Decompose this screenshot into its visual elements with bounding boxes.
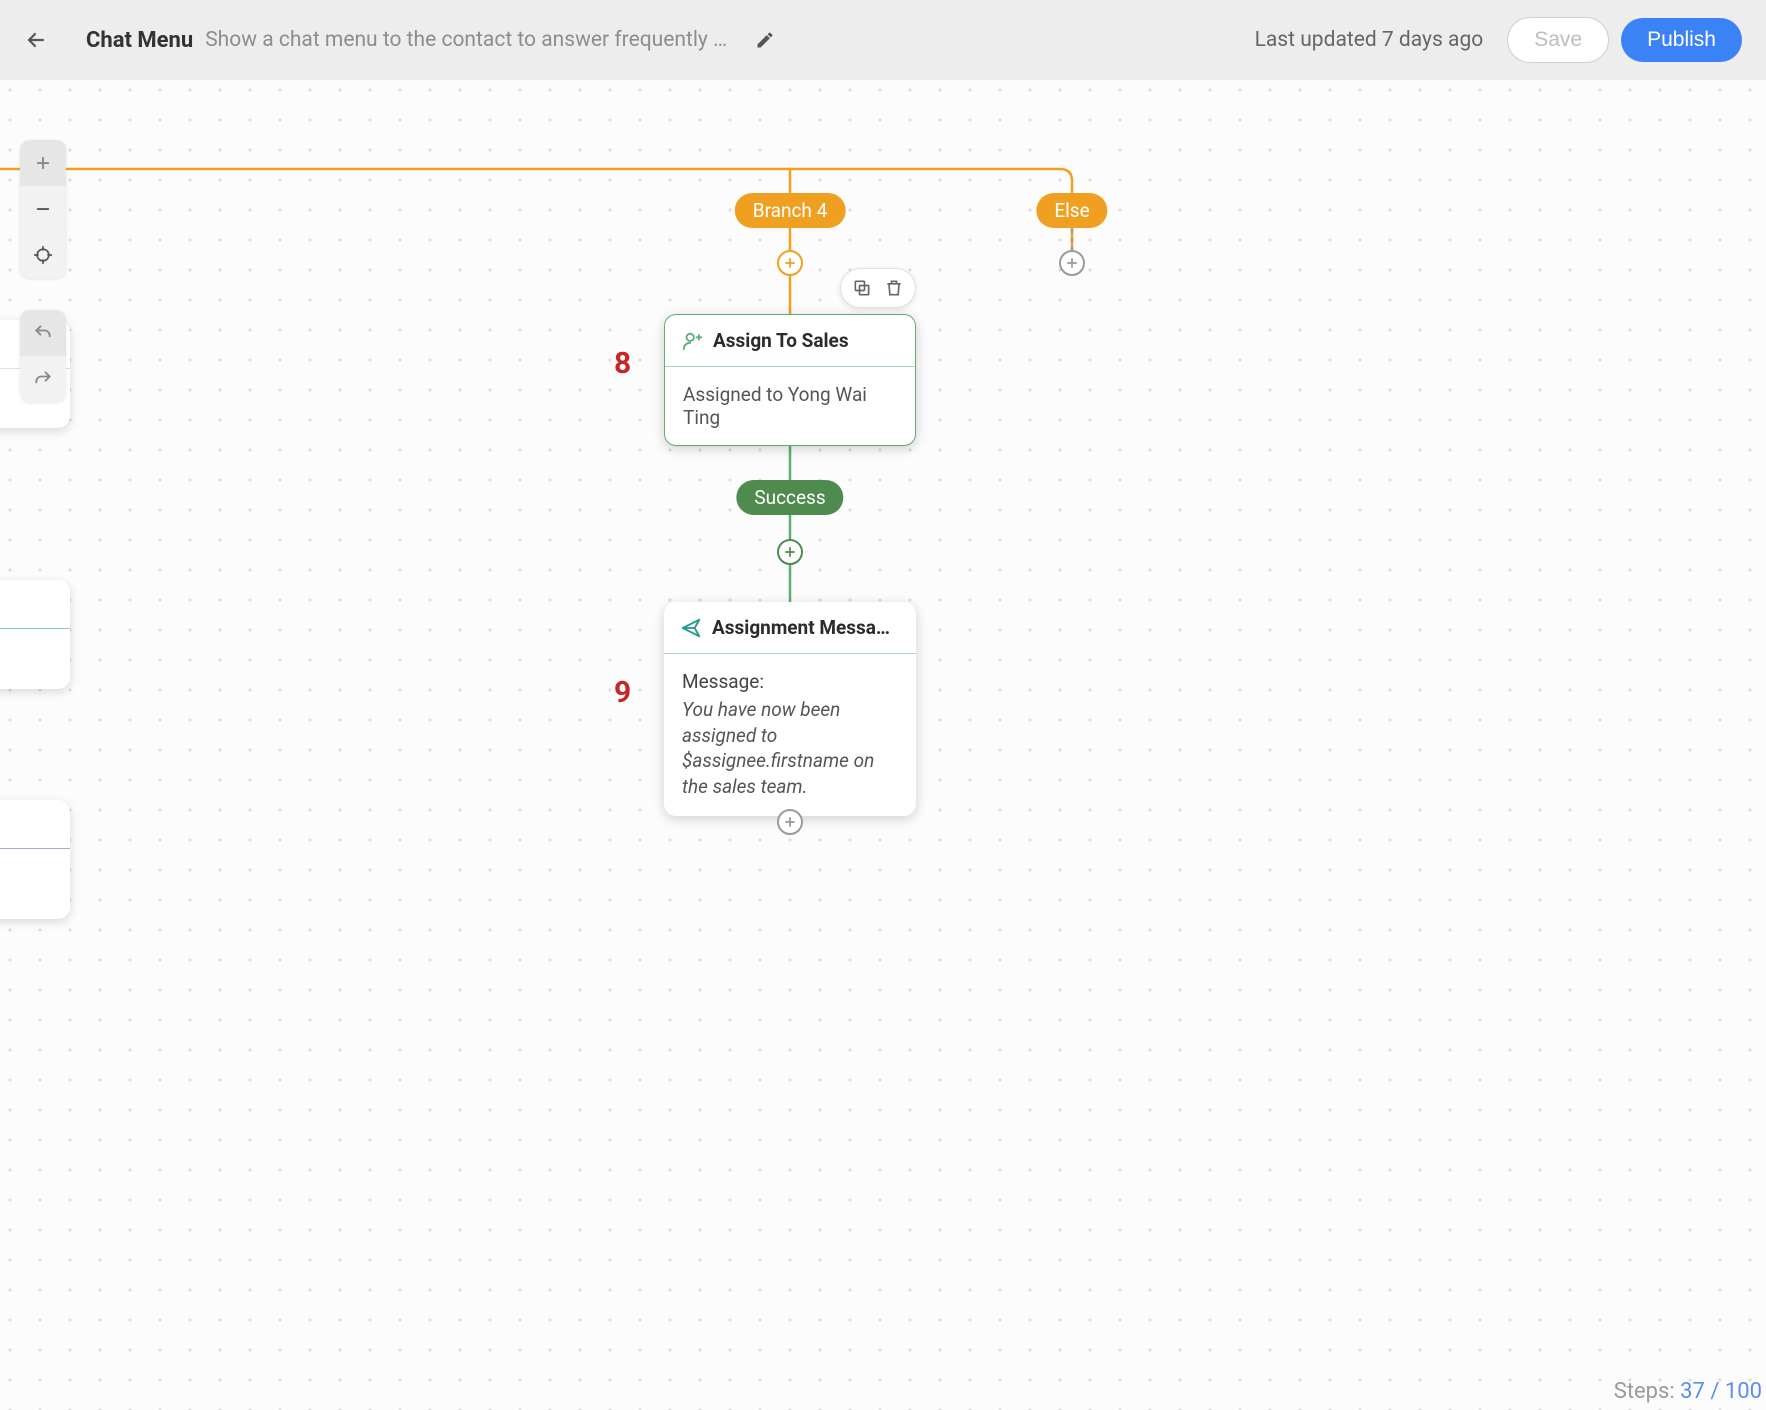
save-button[interactable]: Save	[1507, 17, 1609, 63]
partial-node-card[interactable]: s Tag	[0, 800, 70, 919]
partial-node-header: s Tag	[0, 800, 70, 849]
zoom-out-button[interactable]	[20, 186, 66, 232]
node-assignment-message[interactable]: Assignment Message: S… Message: You have…	[664, 602, 916, 816]
branch-pill-else[interactable]: Else	[1036, 193, 1107, 228]
redo-button[interactable]	[20, 356, 66, 402]
zoom-controls	[20, 140, 66, 278]
user-assign-icon	[681, 330, 703, 352]
last-updated-text: Last updated 7 days ago	[1255, 28, 1484, 52]
history-controls	[20, 310, 66, 402]
zoom-in-button[interactable]	[20, 140, 66, 186]
undo-button[interactable]	[20, 310, 66, 356]
node-title: Assign To Sales	[713, 329, 849, 352]
back-arrow-icon[interactable]	[24, 28, 48, 52]
edit-icon[interactable]	[755, 30, 775, 50]
partial-node-body	[0, 849, 70, 919]
partial-node-card[interactable]: ns Im…	[0, 580, 70, 689]
branch-pill-branch4[interactable]: Branch 4	[735, 193, 846, 228]
partial-node-body	[0, 629, 70, 689]
page-subtitle: Show a chat menu to the contact to answe…	[205, 28, 735, 52]
step-number: 9	[614, 675, 631, 710]
add-step-button[interactable]	[777, 250, 803, 276]
send-icon	[680, 617, 702, 639]
copy-icon[interactable]	[852, 278, 872, 298]
node-actions	[840, 268, 916, 308]
message-label: Message:	[682, 670, 898, 693]
add-step-button[interactable]	[1059, 250, 1085, 276]
node-assign-to-sales[interactable]: Assign To Sales Assigned to Yong Wai Tin…	[664, 314, 916, 446]
trash-icon[interactable]	[884, 278, 904, 298]
recenter-button[interactable]	[20, 232, 66, 278]
publish-button[interactable]: Publish	[1621, 18, 1742, 62]
add-step-button[interactable]	[777, 809, 803, 835]
node-title: Assignment Message: S…	[712, 616, 900, 639]
page-title: Chat Menu	[86, 28, 193, 53]
status-pill-success: Success	[736, 480, 843, 515]
add-step-button[interactable]	[777, 539, 803, 565]
node-body-text: Assigned to Yong Wai Ting	[665, 367, 915, 445]
step-number: 8	[614, 346, 631, 381]
message-text: You have now been assigned to $assignee.…	[682, 697, 898, 800]
steps-counter: Steps: 37 / 100	[1614, 1379, 1762, 1404]
partial-node-header: ns Im…	[0, 580, 70, 629]
